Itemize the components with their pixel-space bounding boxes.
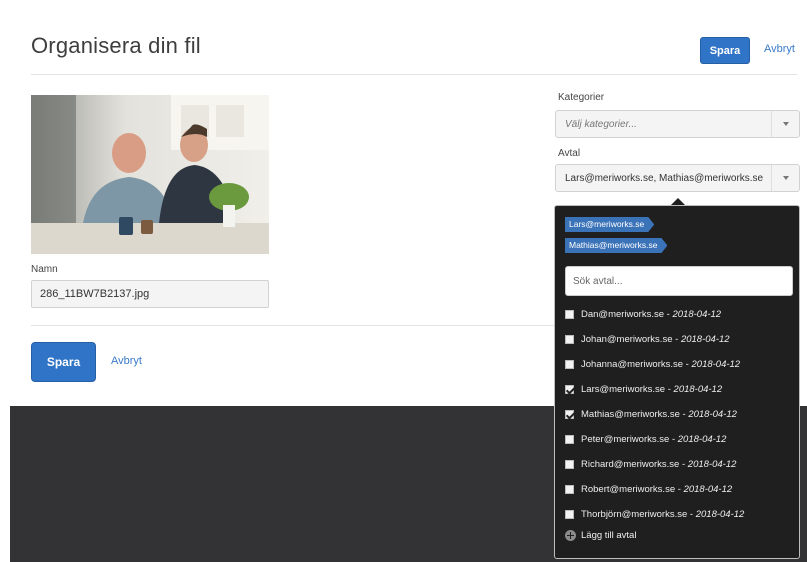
- checkbox-unchecked[interactable]: [565, 510, 574, 519]
- selected-tag[interactable]: Lars@meriworks.se: [565, 217, 654, 232]
- agreement-option-email: Richard@meriworks.se: [581, 459, 680, 470]
- agreement-option-email: Johan@meriworks.se: [581, 334, 673, 345]
- agreement-option[interactable]: Peter@meriworks.se - 2018-04-12: [565, 427, 793, 452]
- add-agreement-label: Lägg till avtal: [581, 530, 637, 541]
- agreement-option[interactable]: Dan@meriworks.se - 2018-04-12: [565, 302, 793, 327]
- agreement-option-date: 2018-04-12: [680, 334, 730, 345]
- agreement-option-email: Lars@meriworks.se: [581, 384, 666, 395]
- checkbox-unchecked[interactable]: [565, 485, 574, 494]
- chevron-down-icon[interactable]: [771, 111, 799, 137]
- agreement-option[interactable]: Robert@meriworks.se - 2018-04-12: [565, 477, 793, 502]
- selected-tag[interactable]: Mathias@meriworks.se: [565, 238, 667, 253]
- agreement-option-date: 2018-04-12: [677, 434, 727, 445]
- name-label: Namn: [31, 264, 58, 275]
- agreements-label: Avtal: [558, 148, 581, 159]
- agreement-option-email: Robert@meriworks.se: [581, 484, 676, 495]
- header-cancel-link[interactable]: Avbryt: [764, 43, 795, 55]
- agreement-option-date: 2018-04-12: [688, 409, 737, 420]
- agreement-option[interactable]: Thorbjörn@meriworks.se - 2018-04-12: [565, 502, 793, 527]
- agreement-option[interactable]: Mathias@meriworks.se - 2018-04-12: [565, 402, 793, 427]
- header-divider: [31, 74, 797, 75]
- agreements-option-list: Dan@meriworks.se - 2018-04-12 Johan@meriw…: [565, 302, 793, 527]
- agreement-option-date: 2018-04-12: [673, 384, 723, 395]
- agreement-option-email: Johanna@meriworks.se: [581, 359, 684, 370]
- plus-circle-icon: [565, 530, 576, 541]
- agreement-option-date: 2018-04-12: [687, 459, 737, 470]
- checkbox-unchecked[interactable]: [565, 460, 574, 469]
- page-title: Organisera din fil: [31, 33, 201, 58]
- organize-file-page: Organisera din fil Spara Avbryt Namn 286…: [0, 0, 807, 562]
- agreement-option-separator: -: [687, 509, 696, 520]
- checkbox-checked[interactable]: [565, 410, 574, 419]
- agreement-option-date: 2018-04-12: [683, 484, 733, 495]
- categories-placeholder: Välj kategorier...: [565, 119, 637, 130]
- agreement-option-email: Thorbjörn@meriworks.se: [581, 509, 688, 520]
- file-preview-image: [31, 95, 269, 254]
- agreement-option-separator: -: [665, 384, 674, 395]
- header-save-button[interactable]: Spara: [700, 37, 750, 64]
- categories-select[interactable]: Välj kategorier...: [555, 110, 800, 138]
- checkbox-unchecked[interactable]: [565, 310, 574, 319]
- agreement-option[interactable]: Richard@meriworks.se - 2018-04-12: [565, 452, 793, 477]
- agreement-option-separator: -: [683, 359, 692, 370]
- save-button[interactable]: Spara: [31, 342, 96, 382]
- agreements-select[interactable]: Lars@meriworks.se, Mathias@meriworks.se: [555, 164, 800, 192]
- agreement-option[interactable]: Lars@meriworks.se - 2018-04-12: [565, 377, 793, 402]
- agreement-option[interactable]: Johanna@meriworks.se - 2018-04-12: [565, 352, 793, 377]
- file-name-input[interactable]: [31, 280, 269, 308]
- agreement-option-email: Peter@meriworks.se: [581, 434, 670, 445]
- agreement-option[interactable]: Johan@meriworks.se - 2018-04-12: [565, 327, 793, 352]
- agreement-option-date: 2018-04-12: [672, 309, 722, 320]
- agreement-option-email: Dan@meriworks.se: [581, 309, 665, 320]
- agreements-value: Lars@meriworks.se, Mathias@meriworks.se: [565, 173, 764, 184]
- agreement-option-email: Mathias@meriworks.se: [581, 409, 680, 420]
- agreement-option-separator: -: [675, 484, 684, 495]
- agreement-option-date: 2018-04-12: [695, 509, 745, 520]
- agreements-search-input[interactable]: [565, 266, 793, 296]
- chevron-down-icon[interactable]: [771, 165, 799, 191]
- checkbox-unchecked[interactable]: [565, 335, 574, 344]
- checkbox-unchecked[interactable]: [565, 360, 574, 369]
- checkbox-unchecked[interactable]: [565, 435, 574, 444]
- agreement-option-separator: -: [669, 434, 678, 445]
- add-agreement-button[interactable]: Lägg till avtal: [565, 530, 636, 541]
- cancel-link[interactable]: Avbryt: [111, 355, 142, 367]
- agreements-dropdown: Lars@meriworks.se Mathias@meriworks.se D…: [554, 205, 800, 559]
- agreement-option-date: 2018-04-12: [691, 359, 741, 370]
- categories-label: Kategorier: [558, 92, 605, 103]
- checkbox-checked[interactable]: [565, 385, 574, 394]
- agreement-option-separator: -: [679, 459, 688, 470]
- agreement-option-separator: -: [672, 334, 681, 345]
